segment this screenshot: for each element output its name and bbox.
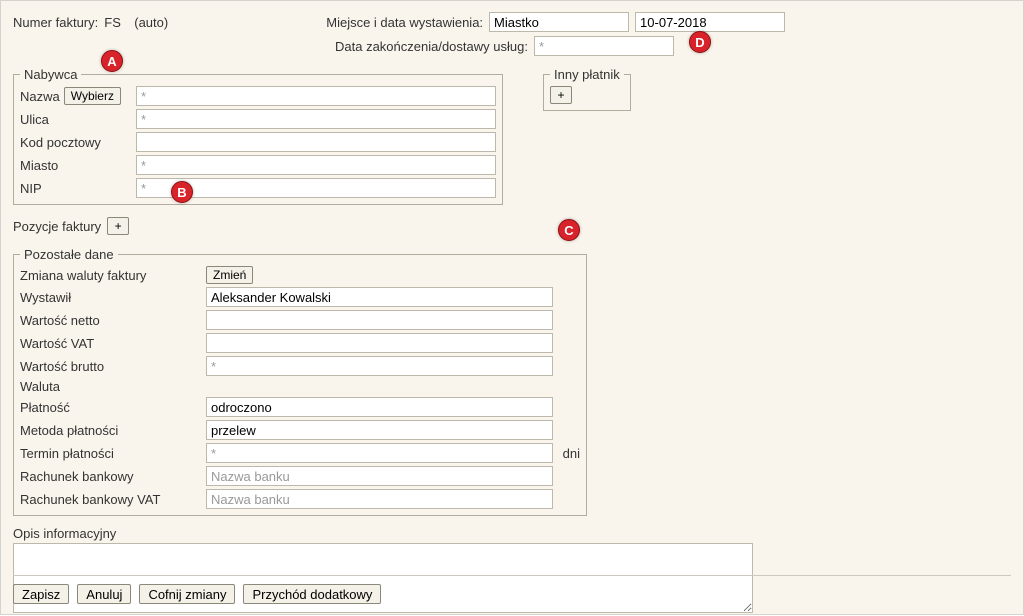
metoda-label: Metoda płatności: [20, 423, 200, 438]
metoda-input[interactable]: [206, 420, 553, 440]
miasto-label: Miasto: [20, 158, 58, 173]
data-zakonczenia-label: Data zakończenia/dostawy usług:: [335, 39, 528, 54]
kod-input[interactable]: [136, 132, 496, 152]
nip-label: NIP: [20, 181, 42, 196]
vat-label: Wartość VAT: [20, 336, 200, 351]
pozostale-dane-fieldset: Pozostałe dane Zmiana waluty faktury Zmi…: [13, 247, 587, 516]
data-wystawienia-input[interactable]: [635, 12, 785, 32]
rachunek-input[interactable]: [206, 466, 553, 486]
numer-faktury-prefix: FS: [104, 15, 128, 30]
pozycje-add-button[interactable]: +: [107, 217, 129, 235]
termin-label: Termin płatności: [20, 446, 200, 461]
cofnij-button[interactable]: Cofnij zmiany: [139, 584, 235, 604]
numer-faktury-label: Numer faktury:: [13, 15, 98, 30]
wybierz-button[interactable]: Wybierz: [64, 87, 121, 105]
marker-d: D: [689, 31, 711, 53]
platnosc-label: Płatność: [20, 400, 200, 415]
inny-platnik-fieldset: Inny płatnik +: [543, 67, 631, 111]
termin-input[interactable]: [206, 443, 553, 463]
netto-input[interactable]: [206, 310, 553, 330]
brutto-input[interactable]: [206, 356, 553, 376]
marker-c: C: [558, 219, 580, 241]
przychod-button[interactable]: Przychód dodatkowy: [243, 584, 381, 604]
bottom-toolbar: Zapisz Anuluj Cofnij zmiany Przychód dod…: [13, 575, 1011, 604]
nazwa-label: Nazwa: [20, 89, 60, 104]
brutto-label: Wartość brutto: [20, 359, 200, 374]
wystawil-label: Wystawił: [20, 290, 200, 305]
pozycje-label: Pozycje faktury: [13, 219, 101, 234]
rachunek-vat-input[interactable]: [206, 489, 553, 509]
nabywca-fieldset: Nabywca Nazwa Wybierz Ulica Kod pocztowy…: [13, 67, 503, 205]
anuluj-button[interactable]: Anuluj: [77, 584, 131, 604]
miejsce-data-label: Miejsce i data wystawienia:: [326, 15, 483, 30]
kod-label: Kod pocztowy: [20, 135, 101, 150]
inny-platnik-legend: Inny płatnik: [550, 67, 624, 82]
rachunek-label: Rachunek bankowy: [20, 469, 200, 484]
marker-a: A: [101, 50, 123, 72]
zmiana-waluty-label: Zmiana waluty faktury: [20, 268, 200, 283]
vat-input[interactable]: [206, 333, 553, 353]
header-row-1: Numer faktury: FS (auto) Miejsce i data …: [13, 11, 1011, 33]
nazwa-input[interactable]: [136, 86, 496, 106]
miasto-input[interactable]: [136, 155, 496, 175]
pozostale-legend: Pozostałe dane: [20, 247, 118, 262]
termin-suffix: dni: [559, 446, 580, 461]
rachunek-vat-label: Rachunek bankowy VAT: [20, 492, 200, 507]
marker-b: B: [171, 181, 193, 203]
inny-platnik-add-button[interactable]: +: [550, 86, 572, 104]
ulica-label: Ulica: [20, 112, 49, 127]
data-zakonczenia-input[interactable]: [534, 36, 674, 56]
zapisz-button[interactable]: Zapisz: [13, 584, 69, 604]
nabywca-legend: Nabywca: [20, 67, 81, 82]
numer-faktury-auto: (auto): [134, 15, 194, 30]
zmien-button[interactable]: Zmień: [206, 266, 253, 284]
miejsce-input[interactable]: [489, 12, 629, 32]
netto-label: Wartość netto: [20, 313, 200, 328]
platnosc-input[interactable]: [206, 397, 553, 417]
opis-label: Opis informacyjny: [13, 526, 1011, 541]
waluta-label: Waluta: [20, 379, 200, 394]
ulica-input[interactable]: [136, 109, 496, 129]
wystawil-input[interactable]: [206, 287, 553, 307]
invoice-form-page: A B C D Numer faktury: FS (auto) Miejsce…: [0, 0, 1024, 615]
